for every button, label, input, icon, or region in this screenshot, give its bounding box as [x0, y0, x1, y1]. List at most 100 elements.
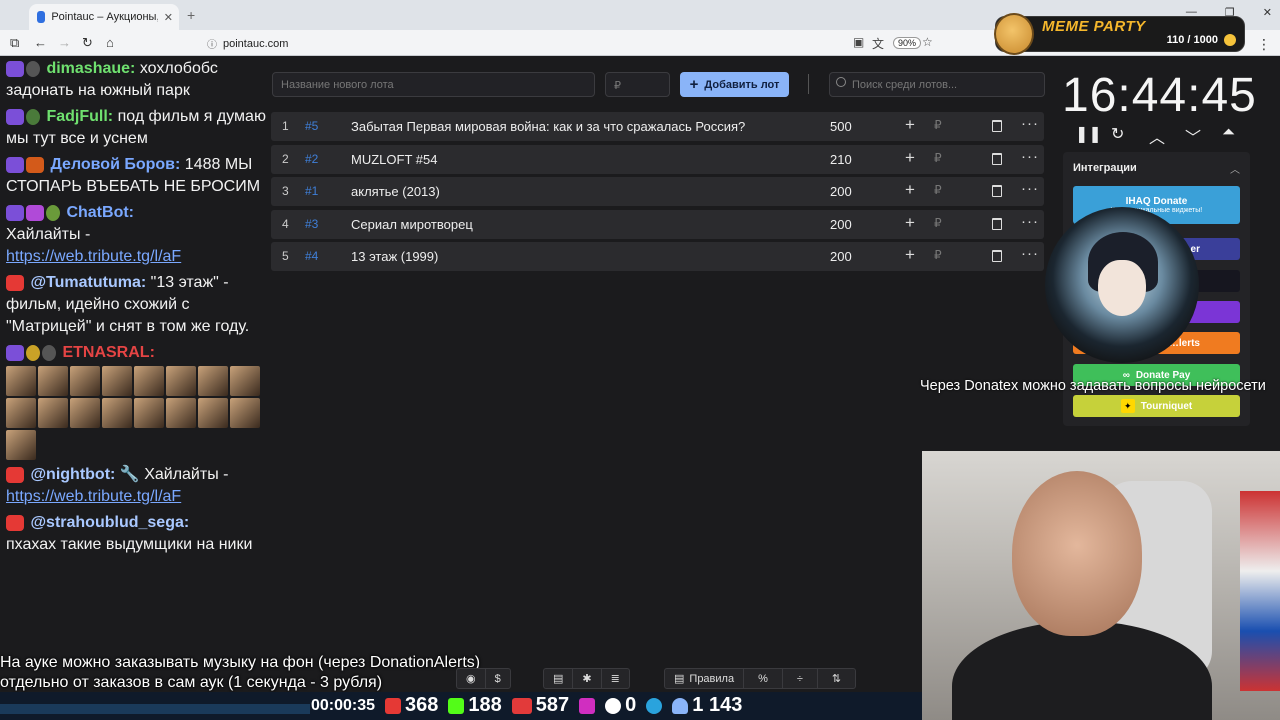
new-lot-name-input[interactable]: Название нового лота	[272, 72, 595, 97]
chevron-up-icon[interactable]: ︿	[1149, 124, 1165, 148]
lot-amount[interactable]: 200	[830, 184, 852, 199]
split-icon[interactable]: ÷	[783, 669, 818, 688]
github-icon[interactable]: ◉	[457, 669, 486, 688]
zoom-indicator[interactable]: 90%	[893, 37, 922, 49]
add-amount-icon[interactable]: +	[905, 180, 915, 200]
emote-icon	[230, 366, 260, 396]
reader-mode-icon[interactable]: ▣	[853, 35, 864, 49]
more-options-icon[interactable]: ···	[1021, 148, 1039, 165]
chat-author: ChatBot:	[66, 204, 134, 221]
lots-list: 1 #5 Забытая Первая мировая война: как и…	[271, 112, 1044, 275]
emote-icon	[198, 398, 228, 428]
rules-icon: ▤	[674, 673, 685, 685]
delete-icon[interactable]	[992, 250, 1002, 262]
percent-button[interactable]: %	[744, 669, 783, 688]
more-options-icon[interactable]: ···	[1021, 245, 1039, 262]
new-lot-amount-input[interactable]: ₽	[605, 72, 670, 97]
site-info-icon[interactable]: ⓘ	[207, 36, 217, 51]
sort-icon[interactable]: ⇅	[818, 669, 855, 688]
delete-icon[interactable]	[992, 217, 1002, 230]
chat-message: dimashaue: хохлобобс задонать на южный п…	[6, 58, 268, 102]
chat-message: FadjFull: под фильм я думаю мы тут все и…	[6, 106, 268, 150]
tourniquet-button[interactable]: ✦ Tourniquet	[1073, 395, 1240, 417]
chevron-down-icon[interactable]: ﹀	[1185, 124, 1201, 148]
close-tab-icon[interactable]: ✕	[164, 11, 173, 24]
rules-button[interactable]: ▤ Правила	[665, 669, 745, 688]
user-badge-icon	[26, 344, 40, 361]
user-badge-icon	[26, 156, 44, 173]
lot-number: 3	[282, 184, 289, 198]
ruble-icon[interactable]: ₽	[934, 216, 942, 230]
back-icon[interactable]: ←	[34, 35, 47, 50]
emote-icon	[166, 398, 196, 428]
lot-name[interactable]: Забытая Первая мировая война: как и за ч…	[351, 119, 745, 134]
donate-dollar-icon[interactable]: $	[486, 669, 510, 688]
browser-menu-icon[interactable]: ⋮	[1257, 36, 1271, 53]
lot-amount[interactable]: 500	[830, 119, 852, 134]
delete-icon[interactable]	[992, 185, 1002, 197]
ruble-icon[interactable]: ₽	[934, 183, 942, 197]
add-lot-button[interactable]: + Добавить лот	[680, 72, 789, 97]
chat-author: FadjFull:	[46, 108, 114, 125]
more-options-icon[interactable]: ···	[1021, 213, 1039, 230]
save-icon[interactable]: ▤	[544, 669, 574, 688]
add-amount-icon[interactable]: +	[905, 245, 915, 265]
screen: Pointauc – Аукционы, лотереи ✕ + — ❐ ✕ ⧉…	[0, 0, 1280, 720]
lot-name[interactable]: MUZLOFT #54	[351, 152, 437, 167]
new-tab-icon[interactable]: +	[187, 7, 195, 23]
ruble-icon[interactable]: ₽	[934, 151, 942, 165]
double-chevron-up-icon[interactable]: ⏶	[1222, 124, 1235, 142]
emote-icon	[134, 398, 164, 428]
youtube-stat: 368	[385, 694, 438, 717]
chat-text: Хайлайты -	[144, 466, 229, 483]
tab-title: Pointauc – Аукционы, лотереи	[51, 11, 158, 23]
lot-amount[interactable]: 210	[830, 152, 852, 167]
collapse-icon[interactable]: ︿	[1230, 161, 1240, 176]
lot-name[interactable]: 13 этаж (1999)	[351, 249, 438, 264]
emote-icon	[102, 398, 132, 428]
integrations-title: Интеграции	[1073, 162, 1137, 174]
delete-icon[interactable]	[992, 152, 1002, 165]
more-options-icon[interactable]: ···	[1021, 180, 1039, 197]
ruble-icon[interactable]: ₽	[934, 248, 942, 262]
chat-link[interactable]: https://web.tribute.tg/l/aF	[6, 248, 181, 265]
lot-name[interactable]: аклятье (2013)	[351, 184, 440, 199]
donatex-caption: Через Donatex можно задавать вопросы ней…	[920, 378, 1266, 394]
kick-stat: 188	[448, 694, 502, 717]
lot-search-input[interactable]: Поиск среди лотов...	[829, 72, 1045, 97]
emote-icon	[102, 366, 132, 396]
chat-link[interactable]: https://web.tribute.tg/l/aF	[6, 488, 181, 505]
bug-icon[interactable]: ✱	[573, 669, 602, 688]
emote-icon	[6, 398, 36, 428]
meme-party-title: MEME PARTY	[1042, 18, 1146, 35]
add-amount-icon[interactable]: +	[905, 148, 915, 168]
favorite-star-icon[interactable]: ☆	[922, 35, 933, 49]
lot-amount[interactable]: 200	[830, 217, 852, 232]
lot-name[interactable]: Сериал миротворец	[351, 217, 473, 232]
tab-actions-icon[interactable]: ⧉	[10, 35, 19, 51]
kick-icon	[448, 697, 465, 714]
chat-author: dimashaue:	[46, 60, 136, 77]
translate-icon[interactable]: 文	[872, 35, 884, 52]
add-amount-icon[interactable]: +	[905, 115, 915, 135]
music-order-caption: На ауке можно заказывать музыку на фон (…	[0, 653, 480, 693]
reload-icon[interactable]: ↻	[82, 35, 93, 51]
browser-tab[interactable]: Pointauc – Аукционы, лотереи ✕	[29, 4, 179, 30]
pause-icon[interactable]: ❚❚	[1075, 124, 1102, 144]
home-icon[interactable]: ⌂	[106, 35, 114, 50]
more-options-icon[interactable]: ···	[1021, 115, 1039, 132]
lot-amount[interactable]: 200	[830, 249, 852, 264]
delete-icon[interactable]	[992, 120, 1002, 132]
auction-timer: 16:44:45	[1062, 69, 1257, 122]
lot-number: 2	[282, 151, 289, 166]
add-amount-icon[interactable]: +	[905, 213, 915, 233]
url-field[interactable]: ⓘ pointauc.com	[207, 36, 288, 52]
forward-icon[interactable]: →	[58, 35, 71, 50]
user-badge-icon	[42, 344, 56, 361]
close-window-icon[interactable]: ✕	[1263, 6, 1272, 19]
history-icon[interactable]: ≣	[602, 669, 629, 688]
user-badge-icon	[46, 204, 60, 221]
stats-stripe	[0, 704, 310, 714]
reset-timer-icon[interactable]: ↻	[1111, 124, 1124, 144]
ruble-icon[interactable]: ₽	[934, 118, 942, 132]
